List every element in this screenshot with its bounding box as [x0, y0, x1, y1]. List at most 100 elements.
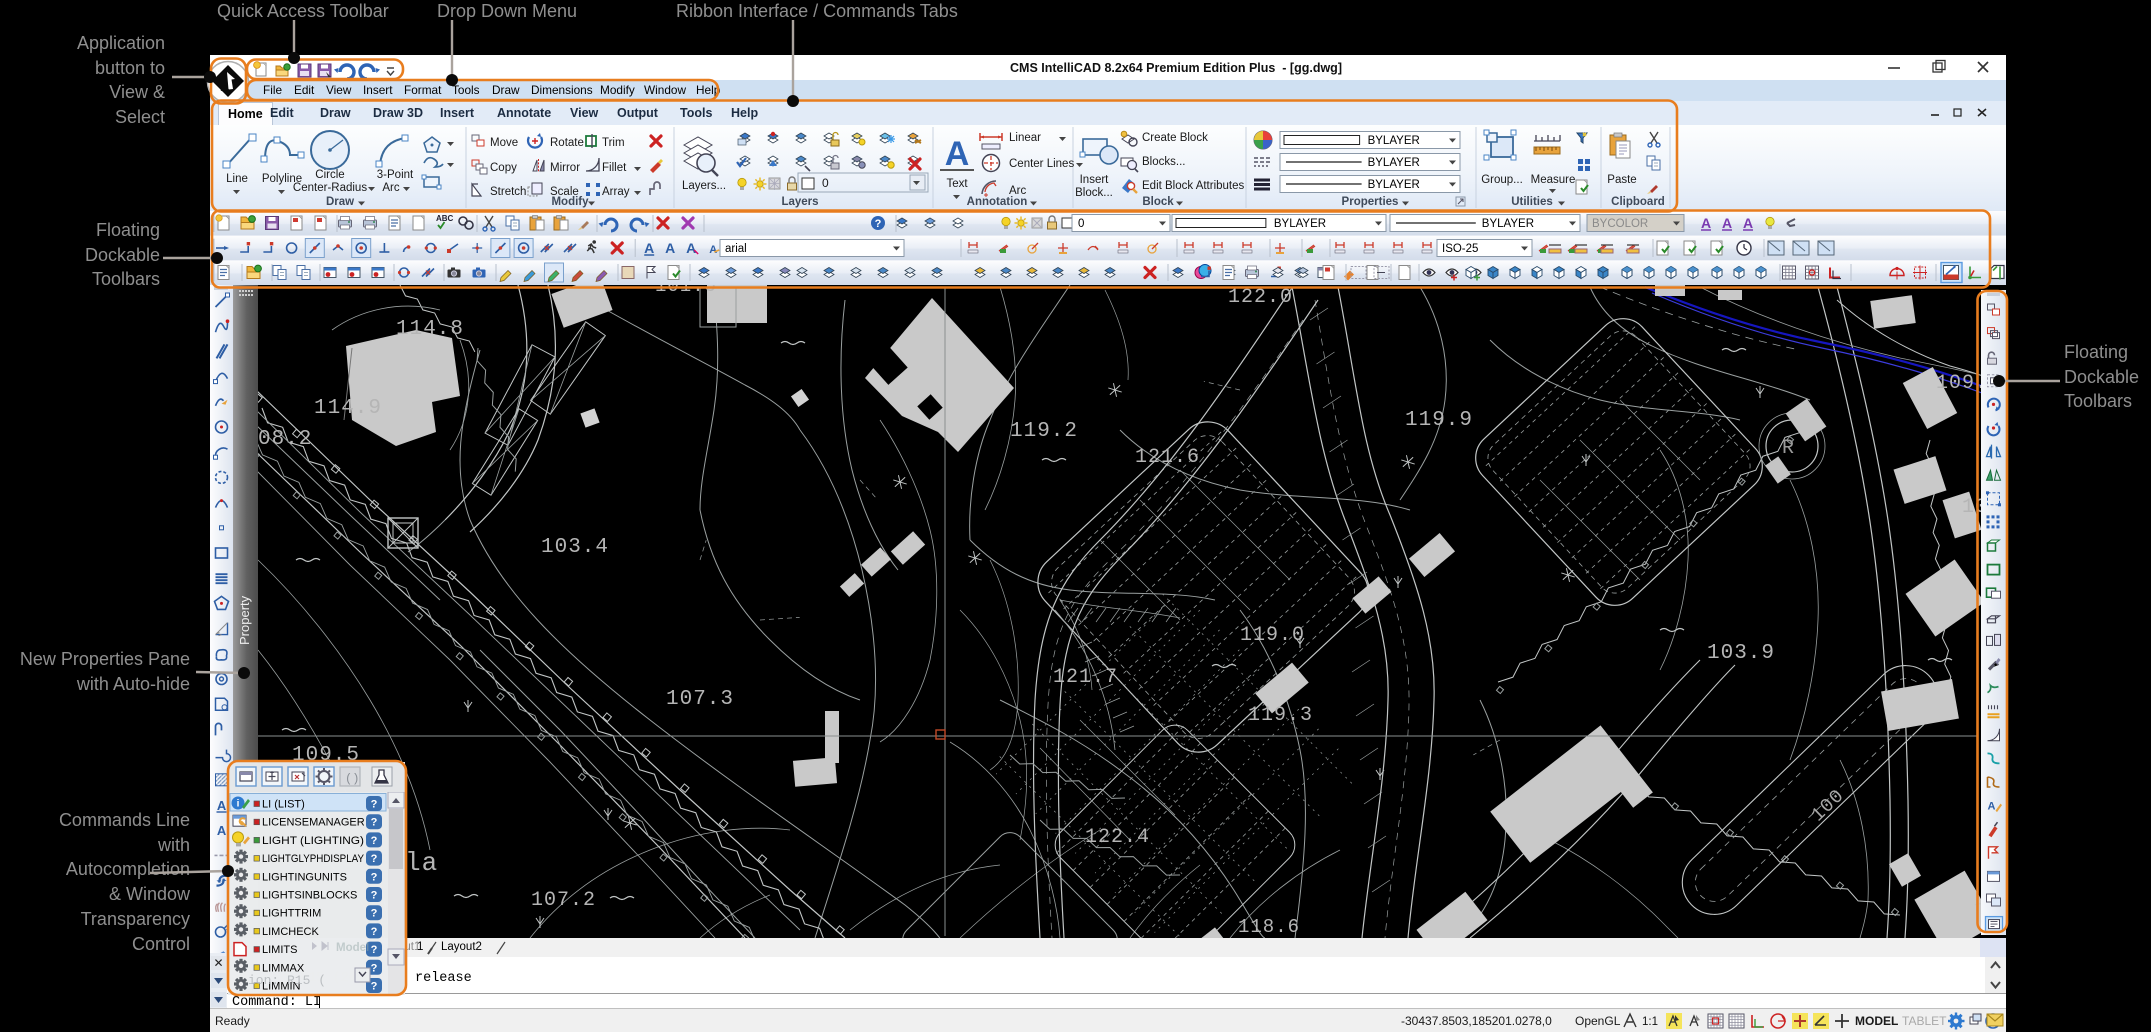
svg-text:Block: Block [1142, 196, 1174, 208]
svg-text:LI (LIST): LI (LIST) [262, 799, 305, 811]
svg-text:Properties: Properties [1342, 196, 1399, 208]
svg-text:BYLAYER: BYLAYER [1274, 218, 1326, 230]
svg-text:Model: Model [336, 942, 369, 954]
svg-text:Paste: Paste [1607, 174, 1636, 186]
svg-text:LIGHTTRIM: LIGHTTRIM [262, 908, 321, 920]
svg-text:118.6: 118.6 [1238, 916, 1300, 938]
svg-text:Array: Array [602, 186, 630, 198]
svg-text:BYLAYER: BYLAYER [1368, 157, 1420, 169]
svg-text:121.7: 121.7 [1053, 666, 1118, 689]
svg-text:?: ? [371, 962, 378, 974]
svg-text:?: ? [371, 926, 378, 938]
svg-text:ISO-25: ISO-25 [1442, 243, 1478, 255]
svg-text:122.0: 122.0 [1228, 286, 1293, 309]
svg-text:Copy: Copy [490, 162, 517, 174]
svg-text:R: R [1782, 437, 1795, 460]
svg-text:Utilities: Utilities [1511, 196, 1553, 208]
svg-text:119.2: 119.2 [1010, 420, 1078, 443]
svg-text:A: A [217, 798, 227, 813]
svg-text:Arc: Arc [382, 182, 400, 194]
svg-text:?: ? [371, 853, 378, 865]
svg-text:A: A [1722, 215, 1732, 231]
svg-text:Center Lines: Center Lines [1009, 158, 1074, 170]
svg-text:?: ? [371, 835, 378, 847]
svg-text:Move: Move [490, 137, 518, 149]
svg-text:LIGHTINGUNITS: LIGHTINGUNITS [262, 871, 347, 883]
svg-text:?: ? [371, 817, 378, 829]
svg-text:Group...: Group... [1481, 174, 1523, 186]
svg-text:Block...: Block... [1075, 187, 1113, 199]
svg-text:A: A [1743, 215, 1753, 231]
svg-text:Layers: Layers [781, 196, 818, 208]
svg-text:la: la [405, 848, 438, 878]
svg-text:0: 0 [822, 176, 829, 190]
svg-text:Edit Block Attributes: Edit Block Attributes [1142, 180, 1245, 192]
svg-text:LIGHT (LIGHTING): LIGHT (LIGHTING) [262, 835, 364, 847]
svg-text:Fillet: Fillet [602, 162, 627, 174]
svg-text:Create Block: Create Block [1142, 132, 1208, 144]
svg-text:BYLAYER: BYLAYER [1368, 179, 1420, 191]
svg-text:Text: Text [946, 178, 968, 190]
svg-text:122.4: 122.4 [1085, 826, 1150, 849]
svg-text:?: ? [371, 908, 378, 920]
svg-text:119.9: 119.9 [1405, 409, 1473, 432]
svg-text:Mirror: Mirror [550, 162, 580, 174]
svg-text:Clipboard: Clipboard [1611, 196, 1665, 208]
svg-text:103.9: 103.9 [1707, 642, 1775, 665]
svg-text:119.0: 119.0 [1240, 624, 1305, 647]
svg-text:A: A [709, 244, 717, 256]
svg-text:?: ? [371, 981, 378, 993]
svg-text:121.6: 121.6 [1135, 446, 1200, 469]
svg-text:Layers...: Layers... [682, 180, 726, 192]
svg-text:103.4: 103.4 [541, 536, 609, 559]
svg-text:Insert: Insert [1080, 174, 1110, 186]
svg-text:Trim: Trim [602, 137, 625, 149]
svg-text:LICENSEMANAGER: LICENSEMANAGER [262, 817, 365, 829]
svg-text:i: i [237, 799, 240, 810]
svg-text:LIMCHECK: LIMCHECK [262, 926, 320, 938]
svg-text:Stretch: Stretch [490, 186, 526, 198]
svg-text:BYLAYER: BYLAYER [1368, 135, 1420, 147]
svg-text:Draw: Draw [326, 196, 354, 208]
svg-text:ion: R15 (: ion: R15 ( [248, 973, 326, 988]
svg-text:?: ? [371, 944, 378, 956]
svg-text:A: A [945, 135, 970, 173]
svg-text:A: A [217, 823, 227, 838]
svg-text:LIMITS: LIMITS [262, 944, 297, 956]
svg-text:3-Point: 3-Point [377, 169, 414, 181]
svg-text:Line: Line [226, 173, 248, 185]
svg-text:BYLAYER: BYLAYER [1482, 218, 1534, 230]
svg-text:LIGHTSINBLOCKS: LIGHTSINBLOCKS [262, 890, 357, 902]
svg-text:A: A [1701, 215, 1711, 231]
svg-text:A: A [1988, 801, 1996, 813]
svg-text:Blocks...: Blocks... [1142, 156, 1185, 168]
svg-text:Rotate: Rotate [550, 137, 584, 149]
svg-text:?: ? [371, 890, 378, 902]
svg-text:Circle: Circle [315, 169, 344, 181]
svg-text:101.5: 101.5 [655, 285, 717, 297]
svg-text:107.2: 107.2 [531, 889, 596, 912]
svg-text:ABC: ABC [436, 214, 454, 223]
svg-text:A: A [665, 240, 675, 256]
svg-text:(): () [345, 772, 359, 786]
svg-text:?: ? [371, 871, 378, 883]
svg-text:A: A [686, 240, 696, 256]
svg-text:1:1: 1:1 [1642, 1016, 1658, 1028]
svg-text:Center-Radius: Center-Radius [293, 182, 367, 194]
svg-text:LIGHTGLYPHDISPLAY: LIGHTGLYPHDISPLAY [262, 853, 365, 865]
svg-text:BYCOLOR: BYCOLOR [1592, 218, 1648, 230]
svg-text:08.2: 08.2 [258, 428, 312, 451]
svg-text:114.9: 114.9 [314, 397, 382, 420]
svg-text:?: ? [371, 799, 378, 811]
svg-text:Measure: Measure [1531, 174, 1576, 186]
svg-text:107.3: 107.3 [666, 688, 734, 711]
svg-text:119.3: 119.3 [1248, 704, 1313, 727]
svg-text:0: 0 [1078, 218, 1084, 230]
svg-text:Modify: Modify [551, 196, 589, 208]
svg-text:?: ? [875, 218, 882, 230]
svg-text:arial: arial [725, 243, 747, 255]
svg-text:A: A [644, 240, 654, 256]
svg-text:114.8: 114.8 [396, 318, 464, 341]
svg-text:Linear: Linear [1009, 132, 1041, 144]
svg-text:Annotation: Annotation [967, 196, 1028, 208]
